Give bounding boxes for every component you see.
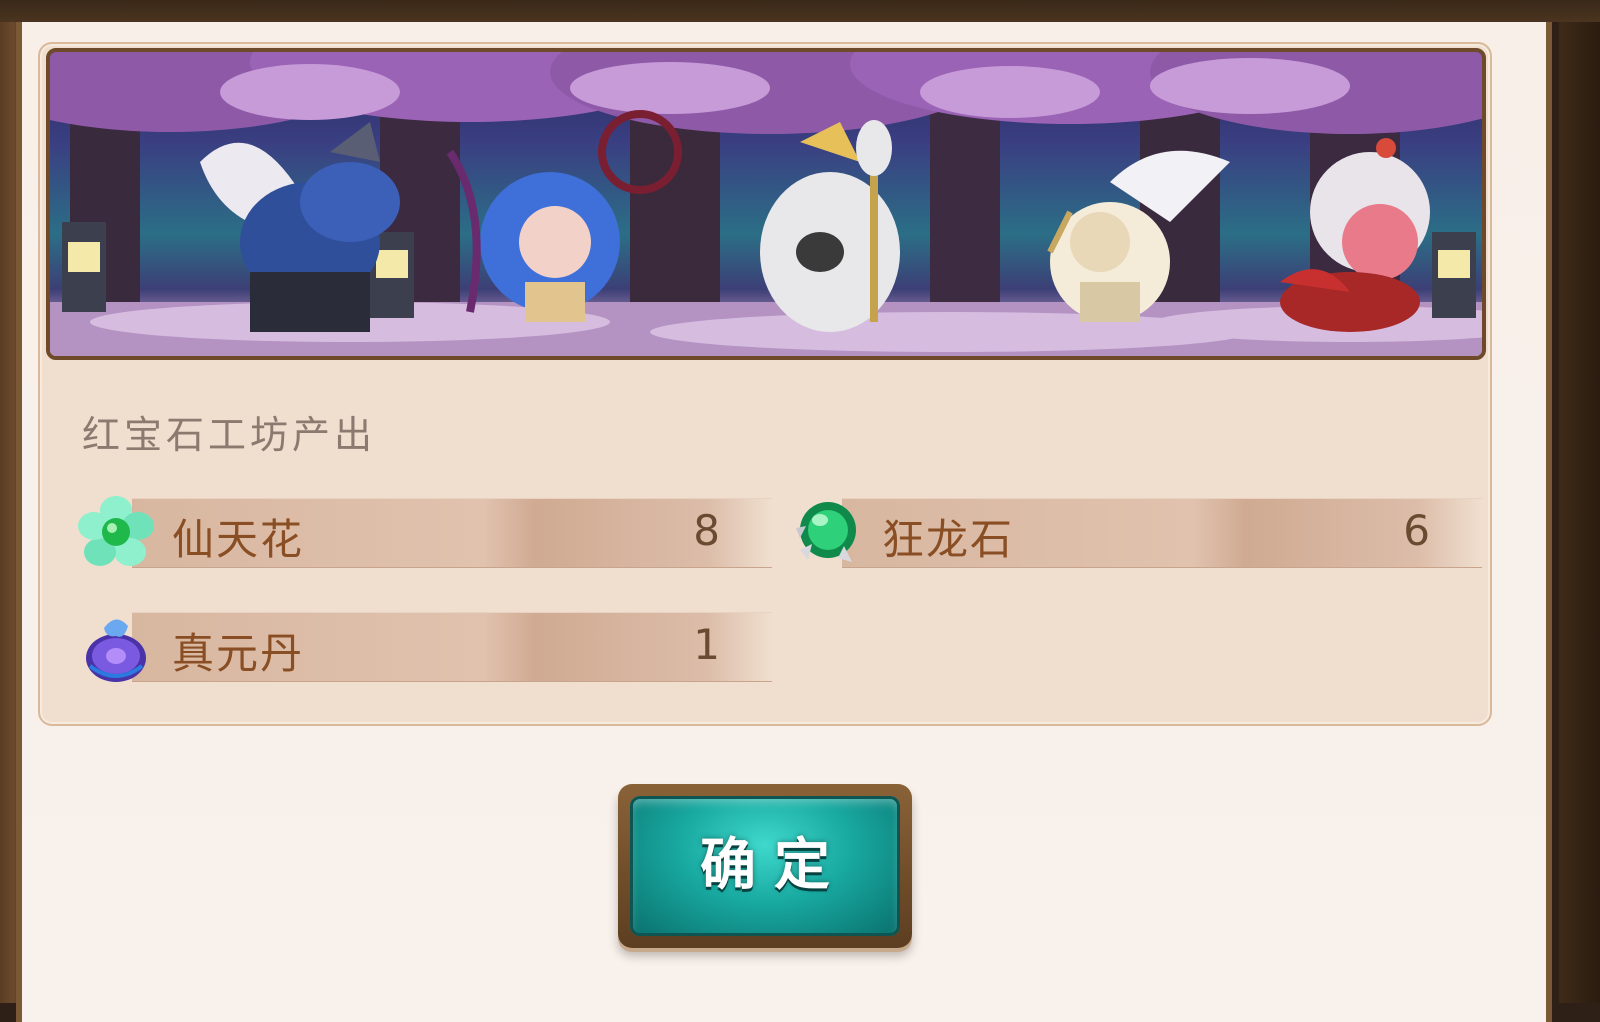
reward-name: 狂龙石 [882, 515, 1015, 564]
character-red-demon [1280, 138, 1430, 332]
banner-image [46, 48, 1486, 360]
section-title: 红宝石工坊产出 [82, 413, 377, 457]
reward-item: 狂龙石 6 [786, 496, 1486, 568]
character-white-sage [760, 120, 900, 332]
essence-pill-icon [86, 619, 146, 682]
reward-count: 8 [693, 506, 720, 555]
character-winged-beast [200, 122, 400, 332]
reward-item: 仙天花 8 [76, 496, 776, 568]
confirm-button[interactable]: 确定 [618, 784, 912, 948]
jade-flower-icon [78, 496, 154, 566]
reward-count: 1 [693, 620, 720, 669]
dragon-stone-icon [796, 502, 856, 562]
confirm-button-face[interactable]: 确定 [630, 796, 900, 936]
reward-item: 真元丹 1 [76, 610, 776, 682]
top-strip [0, 0, 1600, 22]
reward-name: 仙天花 [172, 515, 305, 564]
reward-name: 真元丹 [172, 629, 305, 678]
reward-count: 6 [1403, 506, 1430, 555]
confirm-button-label: 确定 [700, 833, 848, 898]
